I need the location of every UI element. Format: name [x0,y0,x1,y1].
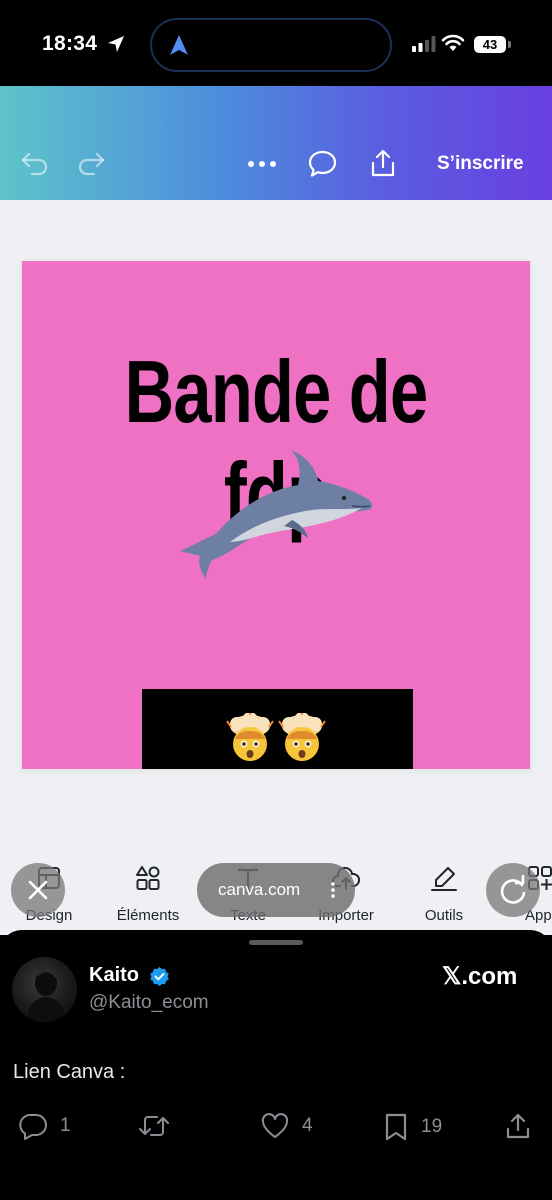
tool-label: Éléments [116,907,180,924]
wifi-icon [441,34,465,51]
more-icon[interactable] [247,160,277,168]
avatar[interactable] [12,957,77,1022]
battery-tip [508,41,511,48]
bookmark-button[interactable]: 19 [383,1112,442,1142]
location-arrow-icon [108,36,124,52]
share-tweet-button[interactable] [505,1112,543,1140]
author-name[interactable]: Kaito [89,964,139,987]
dynamic-island [150,18,392,72]
tweet-actions: 1 4 19 [0,1112,552,1146]
bookmark-count: 19 [421,1116,443,1137]
share-icon[interactable] [369,148,397,178]
emoji-banner[interactable] [142,689,413,769]
url-pill[interactable]: canva.com [197,863,355,917]
retweet-icon [139,1116,169,1136]
tweet-card: Kaito @Kaito_ecom 𝕏.com Lien Canva : 1 4 [0,930,552,1200]
bookmark-icon [385,1113,407,1141]
tweet-text: Lien Canva : [13,1061,126,1083]
signal-icon [412,36,436,52]
canvas-area: Bande de fdp [0,200,552,935]
pen-tool-icon [431,867,457,891]
author-handle[interactable]: @Kaito_ecom [89,992,209,1014]
undo-icon[interactable] [20,150,50,176]
navigation-icon [170,35,188,55]
like-button[interactable]: 4 [260,1112,313,1140]
status-bar: 18:34 43 [0,0,552,86]
verified-badge-icon [150,967,169,986]
url-text: canva.com [218,880,301,899]
exploding-head-emoji [278,713,326,761]
close-icon [28,880,48,900]
share-icon [506,1113,530,1139]
reply-button[interactable]: 1 [18,1112,71,1140]
clock: 18:34 [42,32,98,55]
retweet-button[interactable] [137,1112,183,1140]
elements-icon [136,866,160,890]
tool-label: Outils [424,907,464,924]
redo-icon[interactable] [76,150,106,176]
design-page[interactable]: Bande de fdp [22,261,530,769]
like-count: 4 [302,1115,313,1136]
battery-icon: 43 [474,36,506,53]
reload-icon [500,874,526,904]
canva-toolbar: S’inscrire [0,86,552,200]
exploding-head-emoji [226,713,274,761]
reload-button[interactable] [486,863,540,917]
avatar-silhouette [26,969,66,1022]
more-vertical-icon [331,882,335,898]
close-button[interactable] [11,863,65,917]
sheet-grabber[interactable] [249,940,303,945]
dolphin-image[interactable] [172,446,382,581]
source-link[interactable]: 𝕏.com [442,962,517,991]
signup-button[interactable]: S’inscrire [437,153,524,175]
reply-icon [19,1114,47,1140]
heart-icon [261,1113,289,1138]
reply-count: 1 [60,1115,71,1136]
comment-icon[interactable] [308,150,337,178]
